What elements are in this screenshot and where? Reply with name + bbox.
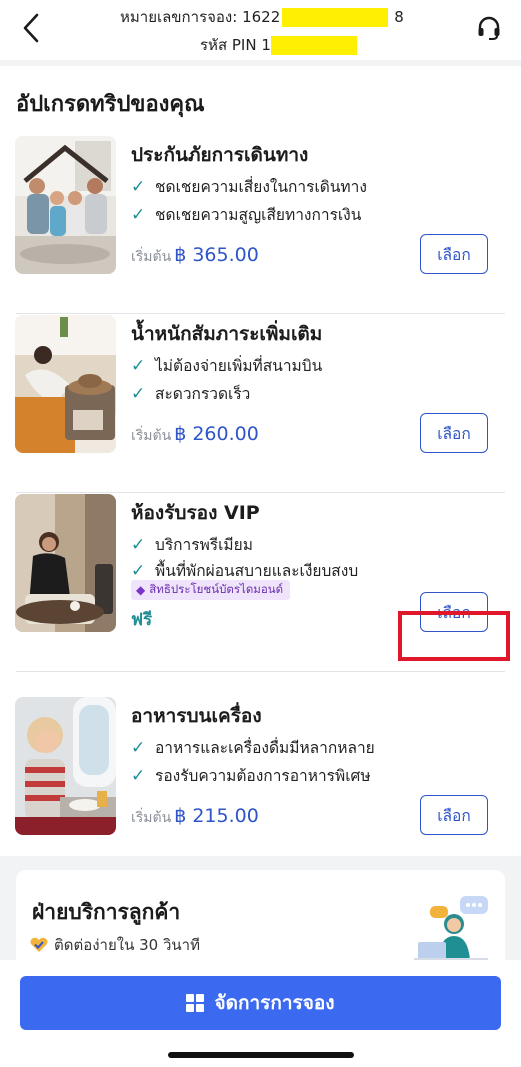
- select-button[interactable]: เลือก: [420, 234, 488, 274]
- diamond-card-badge: ◆ สิทธิประโยชน์บัตรไดมอนด์: [131, 580, 291, 600]
- check-icon: ✓: [131, 176, 146, 197]
- bottom-bar: จัดการการจอง: [0, 960, 521, 1067]
- baggage-photo: [15, 315, 116, 453]
- price: เริ่มต้น ฿ 260.00: [131, 423, 259, 447]
- upgrade-item-extra-baggage: น้ำหนักสัมภาระเพิ่มเติม ✓ ไม่ต้องจ่ายเพิ…: [0, 315, 521, 493]
- feature-line: ✓ อาหารและเครื่องดื่มมีหลากหลาย: [131, 735, 375, 760]
- booking-number-suffix: 8: [394, 8, 404, 26]
- price-value: ฿ 365.00: [174, 244, 259, 266]
- back-arrow-icon[interactable]: [14, 10, 48, 46]
- price-prefix: เริ่มต้น: [131, 810, 172, 826]
- meal-photo: [15, 697, 116, 835]
- price: เริ่มต้น ฿ 365.00: [131, 244, 259, 268]
- divider: [16, 313, 505, 314]
- select-button[interactable]: เลือก: [420, 795, 488, 835]
- lounge-photo: [15, 494, 116, 632]
- select-button[interactable]: เลือก: [420, 413, 488, 453]
- section-title: อัปเกรดทริปของคุณ: [16, 92, 205, 117]
- item-title: น้ำหนักสัมภาระเพิ่มเติม: [131, 323, 323, 345]
- heart-check-icon: [30, 937, 48, 953]
- feature-line: ✓ รองรับความต้องการอาหารพิเศษ: [131, 763, 371, 788]
- check-icon: ✓: [131, 534, 146, 555]
- feature-text: ชดเชยความสูญเสียทางการเงิน: [155, 206, 362, 224]
- redaction-mask: [282, 8, 389, 27]
- grid-icon: [186, 994, 205, 1012]
- feature-text: รองรับความต้องการอาหารพิเศษ: [155, 767, 371, 785]
- item-title: อาหารบนเครื่อง: [131, 705, 262, 727]
- home-indicator: [168, 1052, 354, 1058]
- pin-code: รหัส PIN 1: [200, 33, 357, 57]
- redaction-mask: [270, 36, 357, 55]
- item-title: ห้องรับรอง VIP: [131, 502, 260, 524]
- check-icon: ✓: [131, 383, 146, 404]
- booking-number-label: หมายเลขการจอง:: [120, 8, 238, 26]
- subtitle-text: ติดต่อง่ายใน 30 วินาที: [54, 936, 200, 954]
- top-header: หมายเลขการจอง: 1622 8 รหัส PIN 1: [0, 0, 521, 60]
- badge-text: สิทธิประโยชน์บัตรไดมอนด์: [149, 582, 284, 596]
- booking-number-prefix: 1622: [242, 8, 281, 26]
- feature-text: อาหารและเครื่องดื่มมีหลากหลาย: [155, 739, 375, 757]
- feature-text: บริการพรีเมียม: [155, 536, 253, 554]
- free-label: ฟรี: [131, 610, 153, 630]
- booking-number: หมายเลขการจอง: 1622 8: [120, 5, 404, 29]
- manage-booking-label: จัดการการจอง: [214, 992, 335, 1014]
- feature-line: ✓ ชดเชยความสูญเสียทางการเงิน: [131, 202, 361, 227]
- divider: [16, 492, 505, 493]
- feature-text: ไม่ต้องจ่ายเพิ่มที่สนามบิน: [155, 357, 323, 375]
- price-value: ฿ 260.00: [174, 423, 259, 445]
- agent-illustration: [410, 892, 492, 962]
- check-icon: ✓: [131, 204, 146, 225]
- diamond-icon: ◆: [136, 583, 146, 597]
- feature-line: ✓ ไม่ต้องจ่ายเพิ่มที่สนามบิน: [131, 353, 322, 378]
- price-prefix: เริ่มต้น: [131, 249, 172, 265]
- feature-line: ✓ บริการพรีเมียม: [131, 532, 253, 557]
- upgrade-item-insurance: ประกันภัยการเดินทาง ✓ ชดเชยความเสี่ยงในก…: [0, 136, 521, 314]
- feature-text: สะดวกรวดเร็ว: [155, 385, 251, 403]
- price-prefix: เริ่มต้น: [131, 428, 172, 444]
- check-icon: ✓: [131, 765, 146, 786]
- price: เริ่มต้น ฿ 215.00: [131, 805, 259, 829]
- pin-label: รหัส PIN: [200, 36, 257, 54]
- check-icon: ✓: [131, 560, 146, 581]
- feature-text: ชดเชยความเสี่ยงในการเดินทาง: [155, 178, 367, 196]
- feature-line: ✓ สะดวกรวดเร็ว: [131, 381, 250, 406]
- check-icon: ✓: [131, 737, 146, 758]
- customer-service-title: ฝ่ายบริการลูกค้า: [32, 900, 181, 924]
- upgrade-item-inflight-meal: อาหารบนเครื่อง ✓ อาหารและเครื่องดื่มมีหล…: [0, 697, 521, 875]
- upgrade-card: อัปเกรดทริปของคุณ ประกันภัยการเดินทาง ✓ …: [0, 66, 521, 856]
- manage-booking-button[interactable]: จัดการการจอง: [20, 976, 501, 1030]
- family-photo: [15, 136, 116, 274]
- customer-service-subtitle: ติดต่อง่ายใน 30 วินาที: [30, 933, 200, 957]
- highlight-box: [398, 611, 510, 661]
- check-icon: ✓: [131, 355, 146, 376]
- price-value: ฿ 215.00: [174, 805, 259, 827]
- headset-icon[interactable]: [471, 10, 507, 46]
- divider: [16, 671, 505, 672]
- pin-prefix: 1: [261, 36, 271, 54]
- item-title: ประกันภัยการเดินทาง: [131, 144, 309, 166]
- feature-line: ✓ ชดเชยความเสี่ยงในการเดินทาง: [131, 174, 367, 199]
